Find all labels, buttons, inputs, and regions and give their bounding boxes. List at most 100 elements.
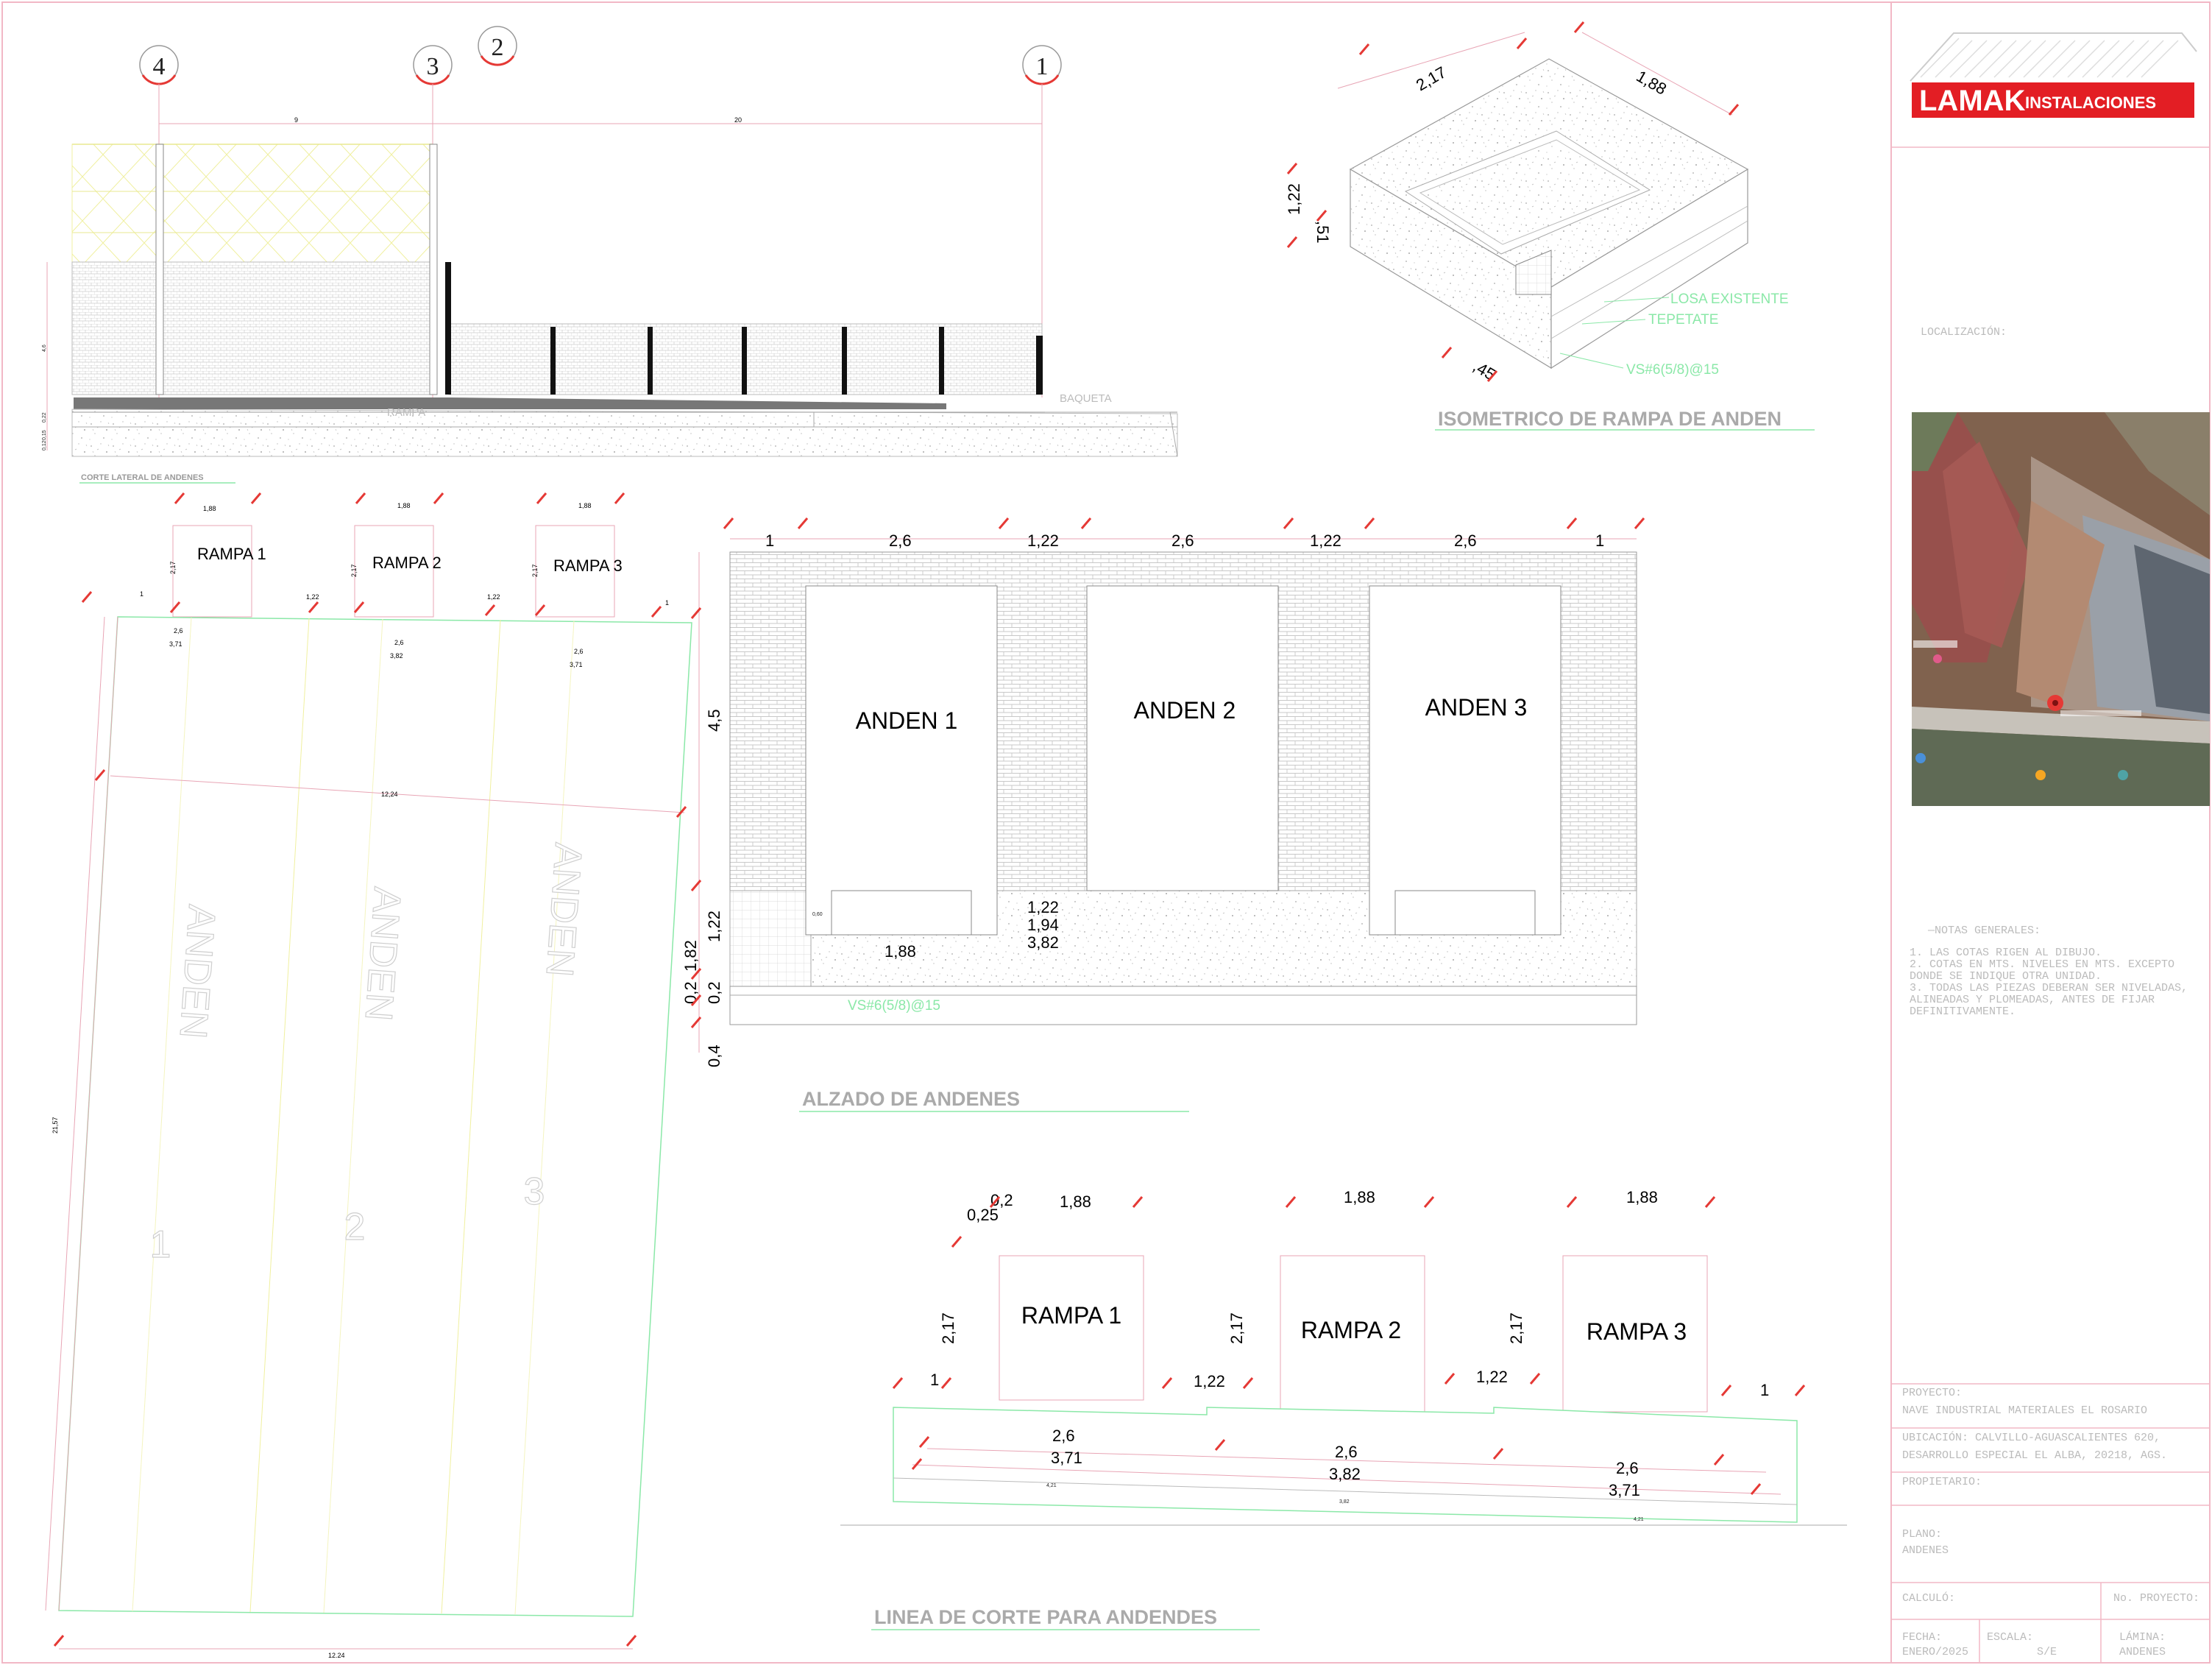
grid-label: 4 [153,53,166,80]
escala-label: ESCALA: [1987,1631,2033,1644]
dim-label: 1,82 [681,940,700,972]
lateral-section: 4 3 2 1 9 20 RAMPA BAQUETA 4,6 0,22 0,15… [42,26,1178,484]
dim-label: 3,82 [390,652,403,660]
propietario-label: PROPIETARIO: [1902,1476,1982,1488]
company-logo: LAMAK INSTALACIONES [1910,32,2197,118]
small-note: 0,60 [812,912,823,917]
dim-label: 1 [765,531,774,550]
dim-label: 1,94 [1027,916,1059,934]
dim-label: 1,88 [1060,1192,1091,1211]
grid-label: 2 [492,34,504,61]
callout: VS#6(5/8)@15 [1626,362,1719,378]
lateral-title: CORTE LATERAL DE ANDENES [81,473,204,482]
note-line: DEFINITIVAMENTE. [1910,1005,2016,1018]
dim-label: 2,17 [939,1312,957,1344]
dim-label: 3,82 [1027,933,1059,952]
grid-bubble-4: 4 [139,45,179,85]
grid-label: 1 [1036,53,1049,80]
dim-label: 0,15 [42,430,47,440]
rebar-callout: VS#6(5/8)@15 [848,998,940,1014]
dim-label: 1,88 [1634,67,1670,99]
dim-label: 4,21 [1046,1483,1057,1488]
plan-dock-num: 1 [150,1223,171,1266]
grid-label: 3 [427,53,439,80]
dim-label: 1,88 [203,505,216,512]
dim-label: 1,22 [1027,898,1059,916]
logo-name: LAMAK [1919,85,2026,117]
dim-label: 1 [665,599,669,607]
dim-label: 3,71 [169,640,182,648]
notes-heading: —NOTAS GENERALES: [1927,925,2041,937]
dim-label: 2,6 [394,639,404,646]
grid-bubble-2: 2 [478,26,517,66]
dim-label: 1,22 [1310,531,1341,550]
dim-label: 2,17 [1227,1312,1246,1344]
dim-label: 2,6 [574,648,584,655]
dim-label: 0,12 [42,440,47,450]
dim-label: 12.24 [328,1652,345,1659]
dim-label: 1,88 [578,502,592,509]
dim-label: 2,17 [1413,63,1450,94]
lamina-value: ANDENES [2119,1646,2166,1658]
dim-label: 3,82 [1329,1465,1361,1483]
dim-label: 1,88 [1626,1188,1658,1206]
escala-value: S/E [2037,1646,2057,1658]
dim-label: 0,25 [967,1206,999,1224]
dim-label: 4,21 [1634,1517,1644,1522]
dim-label: 2,17 [1507,1312,1525,1344]
note-line: DONDE SE INDIQUE OTRA UNIDAD. [1910,970,2102,983]
dim-label: 1,88 [1344,1188,1375,1206]
dim-label: 2,6 [1052,1427,1075,1445]
note-line: 1. LAS COTAS RIGEN AL DIBUJO. [1910,947,2102,959]
dim-label: 0,2 [705,981,723,1004]
corte-title: LINEA DE CORTE PARA ANDENDES [874,1606,1217,1628]
dim-label: 1,22 [306,593,319,601]
dim-label: 3,71 [570,661,583,668]
dim-label: 1,22 [1027,531,1059,550]
corte-view: RAMPA 1 RAMPA 2 RAMPA 3 1,88 1,88 1,88 0… [840,1188,1847,1630]
grid-bubble-3: 3 [413,45,453,85]
note-line: 3. TODAS LAS PIEZAS DEBERAN SER NIVELADA… [1910,982,2188,994]
dim-label: 2,17 [531,564,539,577]
dim-label: 20 [734,116,742,124]
anden-opening-label: ANDEN 2 [1134,697,1236,724]
callout: TEPETATE [1648,312,1718,328]
dim-label: 1,22 [487,593,500,601]
dim-label: 2,6 [1454,531,1477,550]
proyecto-label: PROYECTO: [1902,1387,1962,1399]
ramp-label: RAMPA 2 [1301,1317,1401,1343]
anden-opening-label: ANDEN 3 [1425,694,1528,721]
plan-view: RAMPA 1 RAMPA 2 RAMPA 3 1,88 1,88 1,88 2… [45,502,692,1659]
dim-label: 2,6 [174,627,183,634]
fecha-value: ENERO/2025 [1902,1646,1968,1658]
dim-label: 2,6 [1171,531,1194,550]
dim-label: 2,17 [350,564,358,577]
dim-label: 3,71 [1051,1449,1082,1467]
dim-label: 1,22 [705,911,723,942]
location-map [1912,412,2210,806]
alzado-title: ALZADO DE ANDENES [802,1088,1020,1110]
callout: LOSA EXISTENTE [1670,291,1789,307]
fecha-label: FECHA: [1902,1631,1942,1644]
ubicacion-line-2: DESARROLLO ESPECIAL EL ALBA, 20218, AGS. [1902,1449,2167,1462]
ramp-label: RAMPA 3 [553,556,623,575]
alzado-view: ANDEN 1 ANDEN 2 ANDEN 3 1 2,6 1,22 2,6 1… [681,531,1637,1112]
drawing-sheet: LAMAK INSTALACIONES LOCALIZACIÓN: —NOTAS… [1,1,2211,1664]
dim-label: 12,24 [381,791,398,798]
dim-label: 1 [1595,531,1604,550]
isometric-view: 2,17 1,88 1,22 ,51 ,45 LOSA EXISTENTE TE… [1285,32,1815,431]
anden-opening-label: ANDEN 1 [856,707,958,734]
dim-label: 4,5 [705,709,723,732]
ramp-label: RAMPA 2 [372,554,442,572]
rampa-label: RAMPA [387,406,425,419]
dim-label: ,51 [1314,221,1332,244]
dim-label: 1 [930,1371,939,1389]
grid-bubble-1: 1 [1022,45,1062,85]
general-notes: —NOTAS GENERALES: 1. LAS COTAS RIGEN AL … [1910,925,2188,1018]
proyecto-value: NAVE INDUSTRIAL MATERIALES EL ROSARIO [1902,1404,2147,1417]
dim-label: 2,17 [169,561,177,574]
dim-label: 1 [140,590,143,598]
plano-label: PLANO: [1902,1528,1942,1541]
note-line: 2. COTAS EN MTS. NIVELES EN MTS. EXCEPTO [1910,958,2174,971]
plan-dock-num: 3 [524,1170,545,1213]
